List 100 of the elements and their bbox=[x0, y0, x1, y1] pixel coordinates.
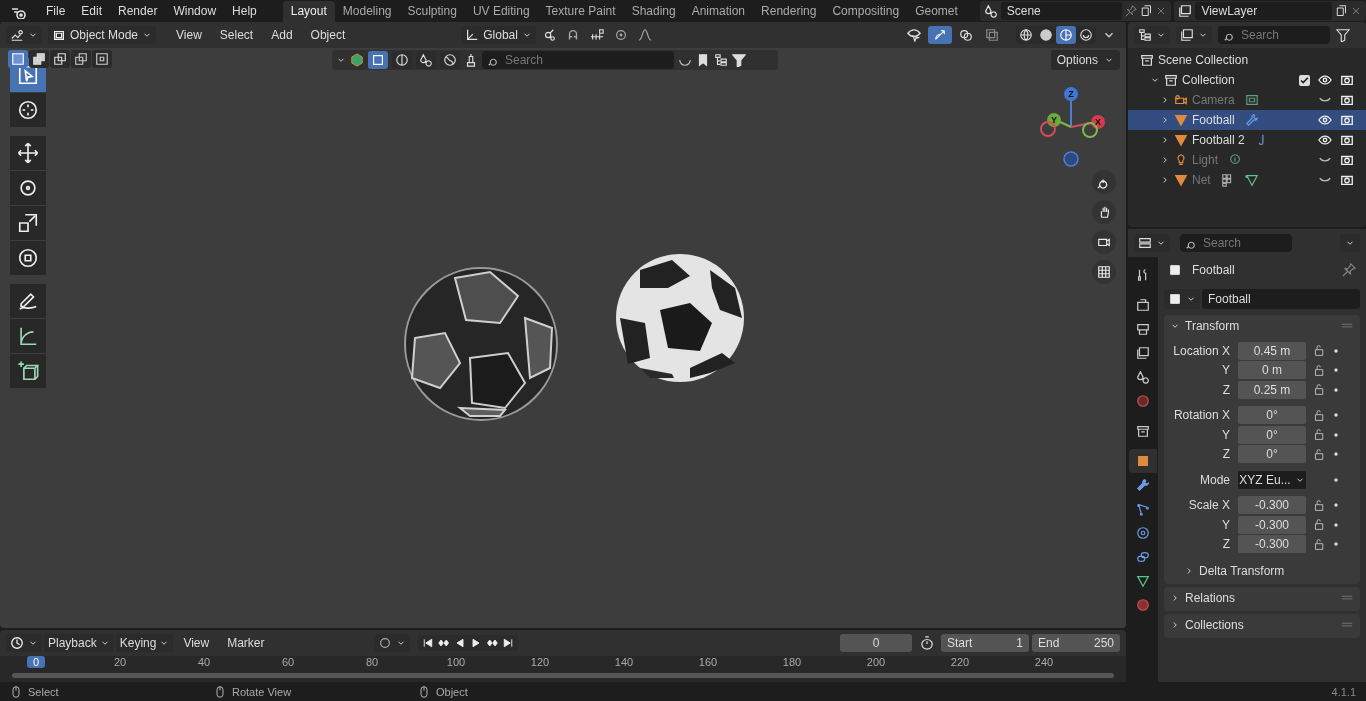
workspace-tab[interactable]: UV Editing bbox=[464, 1, 538, 22]
workspace-tab[interactable]: Geomet bbox=[907, 1, 966, 22]
menu-item[interactable]: Playback bbox=[44, 634, 114, 652]
hand-button[interactable] bbox=[1092, 200, 1116, 224]
menu-item[interactable]: File bbox=[38, 4, 74, 18]
target-icon[interactable] bbox=[613, 28, 628, 42]
add-cube-tool[interactable] bbox=[10, 354, 46, 388]
outliner-row[interactable]: Football 2 bbox=[1128, 130, 1366, 150]
checkbox[interactable] bbox=[1299, 74, 1310, 86]
eye-icon[interactable] bbox=[1318, 133, 1332, 147]
outliner-row[interactable]: Football bbox=[1128, 110, 1366, 130]
dropdown[interactable]: XYZ Eu... bbox=[1238, 470, 1306, 489]
menu-item[interactable]: Edit bbox=[73, 4, 111, 18]
editor-type-button[interactable] bbox=[6, 634, 42, 652]
name-field[interactable]: Football bbox=[1202, 289, 1360, 309]
pencil-tool[interactable] bbox=[10, 284, 46, 318]
square-button[interactable] bbox=[368, 51, 388, 69]
axis-gizmo-drawing[interactable] bbox=[1040, 87, 1105, 167]
menu-item[interactable]: View bbox=[175, 636, 218, 650]
outliner-row[interactable]: Scene Collection bbox=[1128, 50, 1366, 70]
mode-dropdown[interactable]: Object Mode bbox=[48, 26, 157, 44]
workspace-tab[interactable]: Sculpting bbox=[399, 1, 465, 22]
pin-icon[interactable] bbox=[1125, 5, 1138, 17]
search-field[interactable]: Search bbox=[482, 51, 674, 69]
view-layer-selector[interactable]: ViewLayer bbox=[1174, 1, 1366, 21]
menu-item[interactable]: View bbox=[168, 28, 210, 42]
search-field[interactable]: Search bbox=[1180, 234, 1292, 252]
scene-selector[interactable]: Scene bbox=[979, 1, 1172, 21]
menu-item[interactable]: Keying bbox=[115, 634, 174, 652]
workspace-tab[interactable]: Modeling bbox=[334, 1, 400, 22]
scale-tool[interactable] bbox=[10, 206, 46, 240]
number-field[interactable]: -0.300 bbox=[1238, 496, 1306, 515]
workspace-tab[interactable]: Texture Paint bbox=[537, 1, 624, 22]
panel-header[interactable]: Transform bbox=[1170, 319, 1240, 333]
view-layer-name[interactable]: ViewLayer bbox=[1195, 2, 1332, 20]
half-sphere-button[interactable] bbox=[392, 51, 412, 69]
hexagon-icon[interactable] bbox=[350, 53, 364, 67]
object-name[interactable]: Football bbox=[1192, 113, 1235, 127]
curve-icon[interactable] bbox=[637, 28, 652, 42]
number-field[interactable]: 0° bbox=[1238, 425, 1306, 444]
ruler-tool[interactable] bbox=[10, 319, 46, 353]
select-extend-button[interactable] bbox=[29, 50, 49, 68]
number-field[interactable]: 0 m bbox=[1238, 361, 1306, 380]
select-set-button[interactable] bbox=[8, 50, 28, 68]
rotate-tool[interactable] bbox=[10, 171, 46, 205]
pin-icon[interactable] bbox=[1342, 263, 1356, 277]
workspace-tab[interactable]: Shading bbox=[623, 1, 684, 22]
padlock-icon[interactable] bbox=[1313, 498, 1326, 512]
menu-item[interactable]: Select bbox=[211, 28, 262, 42]
scene-name[interactable]: Scene bbox=[1000, 2, 1123, 20]
editor-type-button[interactable] bbox=[1134, 234, 1170, 252]
camera-button[interactable] bbox=[1092, 230, 1116, 254]
menu-item[interactable]: Render bbox=[110, 4, 166, 18]
copy-icon[interactable] bbox=[1335, 5, 1347, 17]
orientation-dropdown[interactable]: Global bbox=[461, 26, 536, 44]
eye-icon[interactable] bbox=[1318, 113, 1332, 127]
move-tool[interactable] bbox=[10, 136, 46, 170]
tree-icon[interactable] bbox=[714, 53, 728, 67]
padlock-icon[interactable] bbox=[1313, 383, 1326, 397]
padlock-icon[interactable] bbox=[1313, 344, 1326, 358]
play-reverse-button[interactable] bbox=[454, 637, 467, 649]
cursor-tool[interactable] bbox=[10, 93, 46, 127]
workspace-tab[interactable]: Layout bbox=[282, 1, 335, 22]
copy-icon[interactable] bbox=[1140, 5, 1153, 17]
display-mode-button[interactable] bbox=[1176, 26, 1212, 44]
current-frame-field[interactable]: 0 bbox=[840, 634, 912, 652]
number-field[interactable]: -0.300 bbox=[1238, 515, 1306, 534]
number-field[interactable]: 0° bbox=[1238, 445, 1306, 464]
start-frame-field[interactable]: Start 1 bbox=[941, 634, 1029, 652]
select-subtract-button[interactable] bbox=[50, 50, 70, 68]
padlock-icon[interactable] bbox=[1313, 363, 1326, 377]
workspace-tab[interactable]: Animation bbox=[683, 1, 754, 22]
number-field[interactable]: -0.300 bbox=[1238, 535, 1306, 554]
object-type-button[interactable] bbox=[1164, 289, 1200, 309]
drops-button[interactable] bbox=[416, 51, 436, 69]
material-sphere-button[interactable] bbox=[1056, 26, 1076, 44]
football-drawing[interactable] bbox=[404, 267, 558, 421]
jump-end-button[interactable] bbox=[502, 637, 515, 649]
end-frame-field[interactable]: End 250 bbox=[1032, 634, 1120, 652]
transform-tool[interactable] bbox=[10, 241, 46, 275]
number-field[interactable]: 0° bbox=[1238, 406, 1306, 425]
wrench-icon[interactable] bbox=[1244, 113, 1259, 127]
editor-type-button[interactable] bbox=[6, 26, 42, 44]
padlock-icon[interactable] bbox=[1313, 537, 1326, 551]
next-keyframe-button[interactable] bbox=[486, 637, 499, 649]
menu-item[interactable]: Object bbox=[302, 28, 354, 42]
subpanel-header[interactable]: Delta Transform bbox=[1164, 560, 1360, 582]
scrollbar[interactable] bbox=[12, 673, 1114, 678]
square-tab[interactable] bbox=[1129, 449, 1157, 473]
object-name[interactable]: Collection bbox=[1182, 73, 1235, 87]
grid-button[interactable] bbox=[1092, 260, 1116, 284]
filter-icon[interactable] bbox=[1336, 28, 1350, 42]
filter-icon[interactable] bbox=[732, 53, 746, 67]
workspace-tab[interactable]: Rendering bbox=[753, 1, 825, 22]
padlock-icon[interactable] bbox=[1313, 408, 1326, 422]
eye-icon[interactable] bbox=[1318, 73, 1332, 87]
globe-button[interactable] bbox=[440, 51, 460, 69]
gizmo-toggle[interactable] bbox=[928, 26, 952, 44]
jump-start-button[interactable] bbox=[422, 637, 435, 649]
editor-type-button[interactable] bbox=[1134, 26, 1170, 44]
